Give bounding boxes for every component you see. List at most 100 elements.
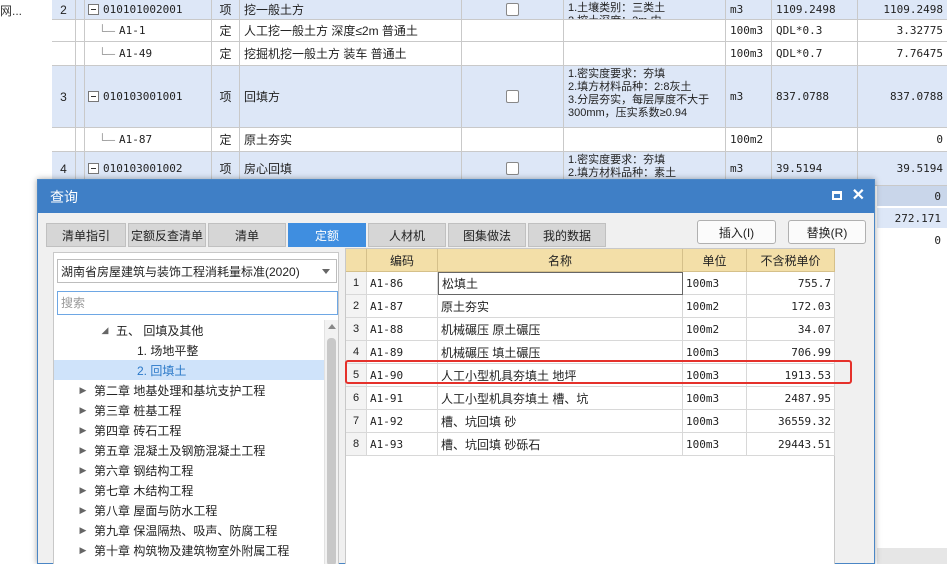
collapse-icon[interactable]: ◢ xyxy=(100,325,110,336)
idx-cell[interactable] xyxy=(52,42,76,65)
grid-cell-name[interactable]: 原土夯实 xyxy=(438,295,683,318)
tree-node[interactable]: 2. 回填土 xyxy=(54,360,324,380)
row-checkbox[interactable] xyxy=(506,162,519,175)
name-cell[interactable]: 挖一般土方 xyxy=(240,0,462,19)
tab-1[interactable]: 定额反查清单 xyxy=(128,223,206,247)
code-cell[interactable]: 010101002001 xyxy=(84,0,212,19)
grid-cell-price[interactable]: 2487.95 xyxy=(747,387,835,410)
grid-cell-price[interactable]: 755.7 xyxy=(747,272,835,295)
scroll-up-icon[interactable] xyxy=(328,324,336,329)
grid-row[interactable]: 2 A1-87 原土夯实 100m2 172.03 xyxy=(346,295,835,318)
row-checkbox[interactable] xyxy=(506,3,519,16)
sheet-scrollbar[interactable] xyxy=(877,548,947,564)
code-cell[interactable]: └─ A1-87 xyxy=(84,128,212,151)
tree-node[interactable]: ▶ 第七章 木结构工程 xyxy=(54,480,324,500)
type-cell[interactable]: 定 xyxy=(212,42,240,65)
collapse-icon[interactable] xyxy=(88,91,99,102)
unit-cell[interactable]: 100m3 xyxy=(726,42,772,65)
checkbox-cell[interactable] xyxy=(462,20,564,41)
value-cell[interactable]: 837.0788 xyxy=(858,66,947,127)
grid-cell-n[interactable]: 7 xyxy=(346,410,367,433)
type-cell[interactable]: 项 xyxy=(212,0,240,19)
grid-cell-unit[interactable]: 100m3 xyxy=(683,433,747,456)
tree-node[interactable]: ▶ 第十章 构筑物及建筑物室外附属工程 xyxy=(54,540,324,560)
grid-cell-name[interactable]: 槽、坑回填 砂 xyxy=(438,410,683,433)
tab-6[interactable]: 我的数据 xyxy=(528,223,606,247)
close-icon[interactable]: ✕ xyxy=(852,185,865,205)
grid-cell-unit[interactable]: 100m3 xyxy=(683,410,747,433)
grid-cell-price[interactable]: 36559.32 xyxy=(747,410,835,433)
tab-3[interactable]: 定额 xyxy=(288,223,366,247)
grid-cell-code[interactable]: A1-92 xyxy=(367,410,438,433)
grid-cell-code[interactable]: A1-93 xyxy=(367,433,438,456)
expand-icon[interactable]: ▶ xyxy=(78,505,88,516)
unit-cell[interactable]: 100m3 xyxy=(726,20,772,41)
idx-cell[interactable] xyxy=(52,128,76,151)
grid-cell-code[interactable]: A1-91 xyxy=(367,387,438,410)
checkbox-cell[interactable] xyxy=(462,42,564,65)
expand-icon[interactable]: ▶ xyxy=(78,385,88,396)
expr-cell[interactable]: QDL*0.3 xyxy=(772,20,858,41)
sheet-row[interactable]: 2 010101002001 项挖一般土方 1.土壤类别：三类土2.挖土深度：2m 内… xyxy=(52,0,947,20)
grid-cell-name[interactable]: 松填土 xyxy=(438,272,683,295)
collapse-icon[interactable] xyxy=(88,4,99,15)
tree-node[interactable]: ▶ 第四章 砖石工程 xyxy=(54,420,324,440)
tree-node[interactable]: ▶ 第三章 桩基工程 xyxy=(54,400,324,420)
value-cell[interactable]: 7.76475 xyxy=(858,42,947,65)
tab-5[interactable]: 图集做法 xyxy=(448,223,526,247)
type-cell[interactable]: 项 xyxy=(212,66,240,127)
tree-node[interactable]: ▶ 第五章 混凝土及钢筋混凝土工程 xyxy=(54,440,324,460)
name-cell[interactable]: 原土夯实 xyxy=(240,128,462,151)
idx-cell[interactable]: 3 xyxy=(52,66,76,127)
code-cell[interactable]: └─ A1-49 xyxy=(84,42,212,65)
unit-cell[interactable]: 100m2 xyxy=(726,128,772,151)
grid-cell-n[interactable]: 8 xyxy=(346,433,367,456)
unit-cell[interactable]: m3 xyxy=(726,0,772,19)
grid-cell-n[interactable]: 2 xyxy=(346,295,367,318)
column-header[interactable] xyxy=(346,249,367,272)
expand-icon[interactable]: ▶ xyxy=(78,405,88,416)
grid-row[interactable]: 7 A1-92 槽、坑回填 砂 100m3 36559.32 xyxy=(346,410,835,433)
grid-cell-name[interactable]: 槽、坑回填 砂砾石 xyxy=(438,433,683,456)
expr-cell[interactable] xyxy=(772,128,858,151)
expand-icon[interactable]: ▶ xyxy=(78,445,88,456)
code-cell[interactable]: 010103001001 xyxy=(84,66,212,127)
expand-icon[interactable]: ▶ xyxy=(78,485,88,496)
column-header[interactable]: 编码 xyxy=(367,249,438,272)
desc-cell[interactable] xyxy=(564,128,726,151)
grid-row[interactable]: 3 A1-88 机械碾压 原土碾压 100m2 34.07 xyxy=(346,318,835,341)
value-cell[interactable]: 1109.2498 xyxy=(858,0,947,19)
column-header[interactable]: 名称 xyxy=(438,249,683,272)
collapse-icon[interactable] xyxy=(88,163,99,174)
sheet-row[interactable]: └─ A1-49 定挖掘机挖一般土方 装车 普通土 100m3 QDL*0.7 7.764… xyxy=(52,42,947,66)
grid-row[interactable]: 8 A1-93 槽、坑回填 砂砾石 100m3 29443.51 xyxy=(346,433,835,456)
dialog-title-bar[interactable]: 查询 ✕ xyxy=(38,180,874,213)
chevron-down-icon[interactable] xyxy=(322,269,330,274)
grid-cell-code[interactable]: A1-87 xyxy=(367,295,438,318)
grid-cell-unit[interactable]: 100m3 xyxy=(683,272,747,295)
tree-node[interactable]: ▶ 第六章 钢结构工程 xyxy=(54,460,324,480)
tree-node[interactable]: ▶ 第二章 地基处理和基坑支护工程 xyxy=(54,380,324,400)
grid-row[interactable]: 6 A1-91 人工小型机具夯填土 槽、坑 100m3 2487.95 xyxy=(346,387,835,410)
checkbox-cell[interactable] xyxy=(462,0,564,19)
tree-node[interactable]: ▶ 第八章 屋面与防水工程 xyxy=(54,500,324,520)
expand-icon[interactable]: ▶ xyxy=(78,525,88,536)
grid-cell-unit[interactable]: 100m2 xyxy=(683,318,747,341)
sheet-row[interactable]: └─ A1-87 定原土夯实 100m2 0 xyxy=(52,128,947,152)
desc-cell[interactable] xyxy=(564,42,726,65)
grid-cell-name[interactable]: 人工小型机具夯填土 槽、坑 xyxy=(438,387,683,410)
column-header[interactable]: 不含税单价 xyxy=(747,249,835,272)
unit-cell[interactable]: m3 xyxy=(726,66,772,127)
expand-icon[interactable]: ▶ xyxy=(78,425,88,436)
value-cell[interactable]: 3.32775 xyxy=(858,20,947,41)
sheet-row[interactable]: └─ A1-1 定人工挖一般土方 深度≤2m 普通土 100m3 QDL*0.3 3.32… xyxy=(52,20,947,42)
expand-icon[interactable]: ▶ xyxy=(78,545,88,556)
sheet-value-cell[interactable]: 272.171 xyxy=(877,208,947,228)
grid-row[interactable]: 1 A1-86 松填土 100m3 755.7 xyxy=(346,272,835,295)
code-cell[interactable]: └─ A1-1 xyxy=(84,20,212,41)
idx-cell[interactable]: 2 xyxy=(52,0,76,19)
standard-dropdown[interactable]: 湖南省房屋建筑与装饰工程消耗量标准(2020) xyxy=(57,259,337,283)
grid-cell-n[interactable]: 1 xyxy=(346,272,367,295)
row-checkbox[interactable] xyxy=(506,90,519,103)
maximize-icon[interactable] xyxy=(832,191,842,200)
